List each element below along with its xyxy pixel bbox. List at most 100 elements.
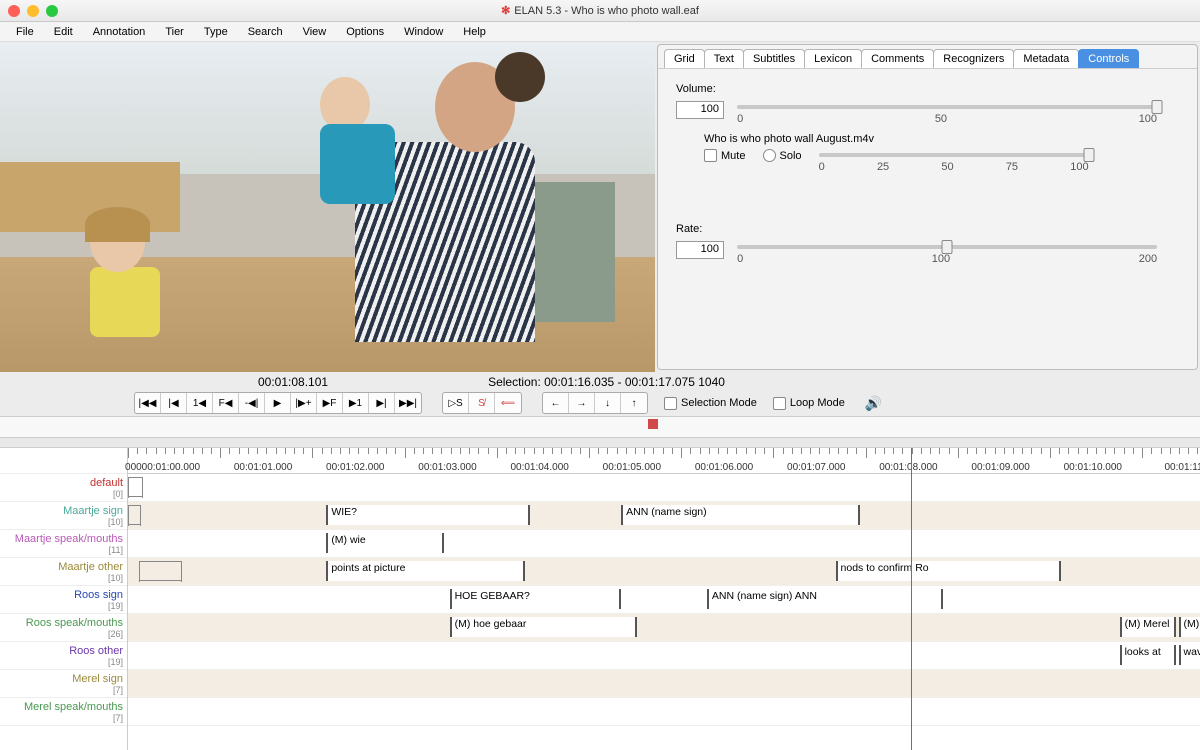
annotation[interactable]: (M) hoe gebaar bbox=[450, 617, 638, 637]
tier-row[interactable]: WIE? ANN (name sign) bbox=[128, 502, 1200, 530]
time-tick: 000 bbox=[125, 462, 142, 473]
menu-type[interactable]: Type bbox=[194, 24, 238, 40]
tier-label[interactable]: Maartje other[10] bbox=[0, 558, 127, 586]
tier-labels: default[0]Maartje sign[10]Maartje speak/… bbox=[0, 448, 128, 750]
annotation[interactable]: (M) Merel bbox=[1120, 617, 1177, 637]
controls-panel: Volume: 100 050100 Who is who photo wall… bbox=[658, 69, 1197, 369]
annotation[interactable]: waves at Me bbox=[1179, 645, 1200, 665]
media-volume-slider[interactable] bbox=[819, 153, 1089, 157]
tier-name: Merel sign bbox=[72, 673, 123, 685]
divider[interactable] bbox=[0, 438, 1200, 448]
tick: 0 bbox=[737, 113, 743, 125]
menu-view[interactable]: View bbox=[293, 24, 337, 40]
down-arrow-button[interactable]: ↓ bbox=[595, 393, 621, 413]
rate-value[interactable]: 100 bbox=[676, 241, 724, 259]
tick: 100 bbox=[1070, 161, 1088, 173]
prev-frame-button[interactable]: F◀ bbox=[213, 393, 239, 413]
time-tick: 00:01:04.000 bbox=[510, 462, 568, 473]
tab-grid[interactable]: Grid bbox=[664, 49, 705, 68]
menu-options[interactable]: Options bbox=[336, 24, 394, 40]
loop-mode-checkbox[interactable]: Loop Mode bbox=[773, 397, 845, 410]
left-arrow-button[interactable]: ← bbox=[543, 393, 569, 413]
mute-checkbox[interactable]: Mute bbox=[704, 149, 745, 162]
menu-annotation[interactable]: Annotation bbox=[83, 24, 156, 40]
annotation[interactable]: ANN (name sign) bbox=[621, 505, 860, 525]
tier-row[interactable] bbox=[128, 474, 1200, 502]
clear-selection-button[interactable]: S̸ bbox=[469, 393, 495, 413]
time-ruler[interactable]: 00000:01:00.00000:01:01.00000:01:02.0000… bbox=[128, 448, 1200, 474]
playhead-line[interactable] bbox=[911, 448, 912, 750]
menu-window[interactable]: Window bbox=[394, 24, 453, 40]
play-selection-button[interactable]: ▷S bbox=[443, 393, 469, 413]
tier-name: Roos other bbox=[69, 645, 123, 657]
tier-label[interactable]: Roos other[19] bbox=[0, 642, 127, 670]
play-button[interactable]: ▶ bbox=[265, 393, 291, 413]
tier-row[interactable]: looks atwaves at Me bbox=[128, 642, 1200, 670]
tick: 75 bbox=[1006, 161, 1018, 173]
up-arrow-button[interactable]: ↑ bbox=[621, 393, 647, 413]
prev-scroll-button[interactable]: |◀ bbox=[161, 393, 187, 413]
mute-label: Mute bbox=[721, 150, 745, 162]
solo-radio[interactable]: Solo bbox=[763, 149, 802, 162]
annotation[interactable]: looks at bbox=[1120, 645, 1177, 665]
tab-subtitles[interactable]: Subtitles bbox=[743, 49, 805, 68]
menu-help[interactable]: Help bbox=[453, 24, 496, 40]
tier-label[interactable]: Merel sign[7] bbox=[0, 670, 127, 698]
tier-row[interactable]: points at picture nods to confirm Ro bbox=[128, 558, 1200, 586]
annotation[interactable]: ANN (name sign) ANN bbox=[707, 589, 943, 609]
menu-file[interactable]: File bbox=[6, 24, 44, 40]
rate-slider[interactable] bbox=[737, 245, 1157, 249]
right-panel: GridTextSubtitlesLexiconCommentsRecogniz… bbox=[657, 44, 1198, 370]
tab-comments[interactable]: Comments bbox=[861, 49, 934, 68]
annotation[interactable]: nods to confirm Ro bbox=[836, 561, 1061, 581]
tier-row[interactable] bbox=[128, 698, 1200, 726]
next-frame-button[interactable]: ▶F bbox=[317, 393, 343, 413]
tier-row[interactable]: HOE GEBAAR? ANN (name sign) ANN bbox=[128, 586, 1200, 614]
selection-mode-checkbox[interactable]: Selection Mode bbox=[664, 397, 757, 410]
playhead-icon[interactable] bbox=[648, 419, 658, 429]
current-time: 00:01:08.101 bbox=[258, 375, 328, 389]
tick: 50 bbox=[935, 113, 947, 125]
tier-count: [7] bbox=[113, 685, 123, 695]
annotation[interactable]: (M) Mereltje bbox=[1179, 617, 1200, 637]
annotation[interactable]: points at picture bbox=[326, 561, 524, 581]
tier-label[interactable]: Roos speak/mouths[26] bbox=[0, 614, 127, 642]
next-pixel-button[interactable]: |▶+ bbox=[291, 393, 317, 413]
tier-row[interactable]: (M) wie bbox=[128, 530, 1200, 558]
tier-label[interactable]: Merel speak/mouths[7] bbox=[0, 698, 127, 726]
volume-slider[interactable] bbox=[737, 105, 1157, 109]
tab-lexicon[interactable]: Lexicon bbox=[804, 49, 862, 68]
go-end-button[interactable]: ▶▶| bbox=[395, 393, 421, 413]
menu-edit[interactable]: Edit bbox=[44, 24, 83, 40]
title-text: ELAN 5.3 - Who is who photo wall.eaf bbox=[514, 5, 699, 17]
tier-label[interactable]: Roos sign[19] bbox=[0, 586, 127, 614]
menu-tier[interactable]: Tier bbox=[155, 24, 194, 40]
next-second-button[interactable]: ▶1 bbox=[343, 393, 369, 413]
tab-controls[interactable]: Controls bbox=[1078, 49, 1139, 68]
annotation[interactable]: HOE GEBAAR? bbox=[450, 589, 622, 609]
tier-row[interactable] bbox=[128, 670, 1200, 698]
prev-second-button[interactable]: 1◀ bbox=[187, 393, 213, 413]
tier-row[interactable]: (M) hoe gebaar (M) Merel(M) Mereltje bbox=[128, 614, 1200, 642]
right-arrow-button[interactable]: → bbox=[569, 393, 595, 413]
tier-label[interactable]: Maartje speak/mouths[11] bbox=[0, 530, 127, 558]
next-scroll-button[interactable]: ▶| bbox=[369, 393, 395, 413]
video-viewer[interactable] bbox=[0, 42, 655, 372]
volume-label: Volume: bbox=[676, 83, 1179, 95]
tab-metadata[interactable]: Metadata bbox=[1013, 49, 1079, 68]
time-tick: 00:01:01.000 bbox=[234, 462, 292, 473]
tab-text[interactable]: Text bbox=[704, 49, 744, 68]
speaker-icon[interactable]: 🔊 bbox=[865, 395, 882, 412]
overview-ruler[interactable] bbox=[0, 416, 1200, 438]
tier-label[interactable]: default[0] bbox=[0, 474, 127, 502]
annotation[interactable]: (M) wie bbox=[326, 533, 444, 553]
tab-recognizers[interactable]: Recognizers bbox=[933, 49, 1014, 68]
volume-value[interactable]: 100 bbox=[676, 101, 724, 119]
prev-pixel-button[interactable]: -◀| bbox=[239, 393, 265, 413]
tracks: 00000:01:00.00000:01:01.00000:01:02.0000… bbox=[128, 448, 1200, 750]
tier-label[interactable]: Maartje sign[10] bbox=[0, 502, 127, 530]
selection-boundary-button[interactable]: ⟸ bbox=[495, 393, 521, 413]
annotation[interactable]: WIE? bbox=[326, 505, 530, 525]
go-begin-button[interactable]: |◀◀ bbox=[135, 393, 161, 413]
menu-search[interactable]: Search bbox=[238, 24, 293, 40]
